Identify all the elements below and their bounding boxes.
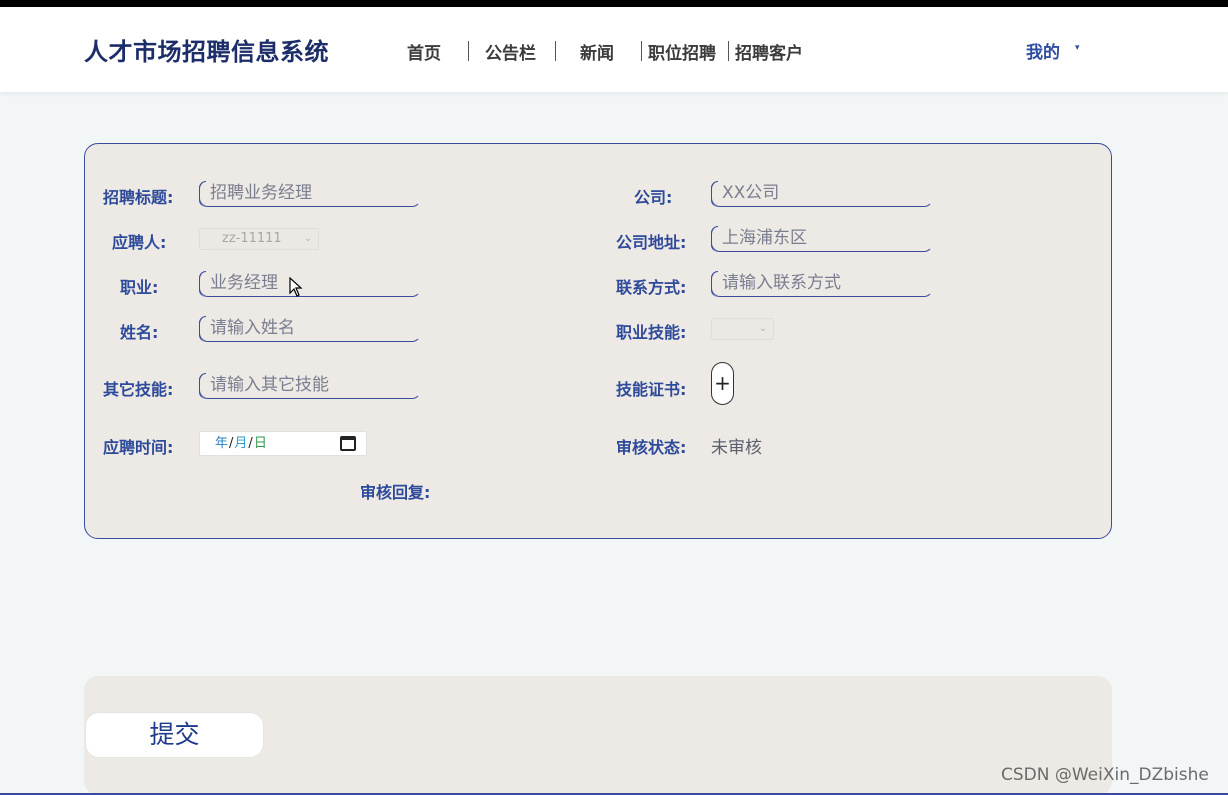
review-status-value: 未审核 xyxy=(711,438,762,458)
date-month: 月 xyxy=(234,436,248,451)
review-status-label: 审核状态: xyxy=(616,438,687,457)
skill-certificate-label: 技能证书: xyxy=(616,380,687,399)
caret-down-icon[interactable]: ▾ xyxy=(1075,43,1080,53)
contact-label: 联系方式: xyxy=(616,278,687,297)
top-strip xyxy=(0,0,1228,7)
site-title[interactable]: 人才市场招聘信息系统 xyxy=(84,32,329,67)
calendar-icon[interactable] xyxy=(340,436,356,451)
other-skill-input[interactable]: 请输入其它技能 xyxy=(199,372,421,399)
nav-item-news[interactable]: 新闻 xyxy=(580,39,614,64)
mouse-cursor-icon xyxy=(289,277,303,297)
job-skill-select[interactable]: ⌄ xyxy=(711,318,774,340)
date-year: 年 xyxy=(215,436,229,451)
nav-item-clients[interactable]: 招聘客户 xyxy=(735,39,803,64)
nav-item-notice[interactable]: 公告栏 xyxy=(485,39,536,64)
name-input[interactable]: 请输入姓名 xyxy=(199,315,421,342)
header: 人才市场招聘信息系统 首页 公告栏 新闻 职位招聘 招聘客户 我的 ▾ xyxy=(0,7,1228,92)
date-day: 日 xyxy=(253,436,267,451)
occupation-field[interactable]: 业务经理 xyxy=(199,270,421,297)
nav-separator xyxy=(728,41,729,61)
contact-input[interactable]: 请输入联系方式 xyxy=(711,270,933,297)
submit-button[interactable]: 提交 xyxy=(85,712,264,758)
watermark: CSDN @WeiXin_DZbishe xyxy=(1001,765,1209,785)
job-skill-label: 职业技能: xyxy=(616,323,687,342)
nav-item-jobs[interactable]: 职位招聘 xyxy=(648,39,716,64)
upload-certificate-button[interactable]: + xyxy=(711,362,734,405)
apply-time-label: 应聘时间: xyxy=(103,438,174,457)
company-address-field[interactable]: 上海浦东区 xyxy=(711,225,933,252)
applicant-label: 应聘人: xyxy=(112,233,167,252)
user-menu[interactable]: 我的 xyxy=(1026,38,1060,63)
chevron-down-icon: ⌄ xyxy=(303,233,312,244)
applicant-select-value: zz-11111 xyxy=(222,231,282,246)
recruit-title-label: 招聘标题: xyxy=(103,188,174,207)
chevron-down-icon: ⌄ xyxy=(758,323,767,334)
review-reply-label: 审核回复: xyxy=(360,483,431,502)
company-label: 公司: xyxy=(634,188,673,207)
nav-separator xyxy=(641,41,642,61)
other-skill-label: 其它技能: xyxy=(103,380,174,399)
name-label: 姓名: xyxy=(120,323,159,342)
nav-separator xyxy=(555,41,556,61)
company-address-label: 公司地址: xyxy=(616,233,687,252)
company-field[interactable]: XX公司 xyxy=(711,180,933,207)
nav-item-home[interactable]: 首页 xyxy=(407,39,441,64)
recruit-title-field[interactable]: 招聘业务经理 xyxy=(199,180,421,207)
apply-date-input[interactable]: 年/月/日 xyxy=(199,431,367,456)
applicant-select[interactable]: zz-11111 ⌄ xyxy=(199,228,319,250)
nav-separator xyxy=(468,41,469,61)
occupation-label: 职业: xyxy=(120,278,159,297)
